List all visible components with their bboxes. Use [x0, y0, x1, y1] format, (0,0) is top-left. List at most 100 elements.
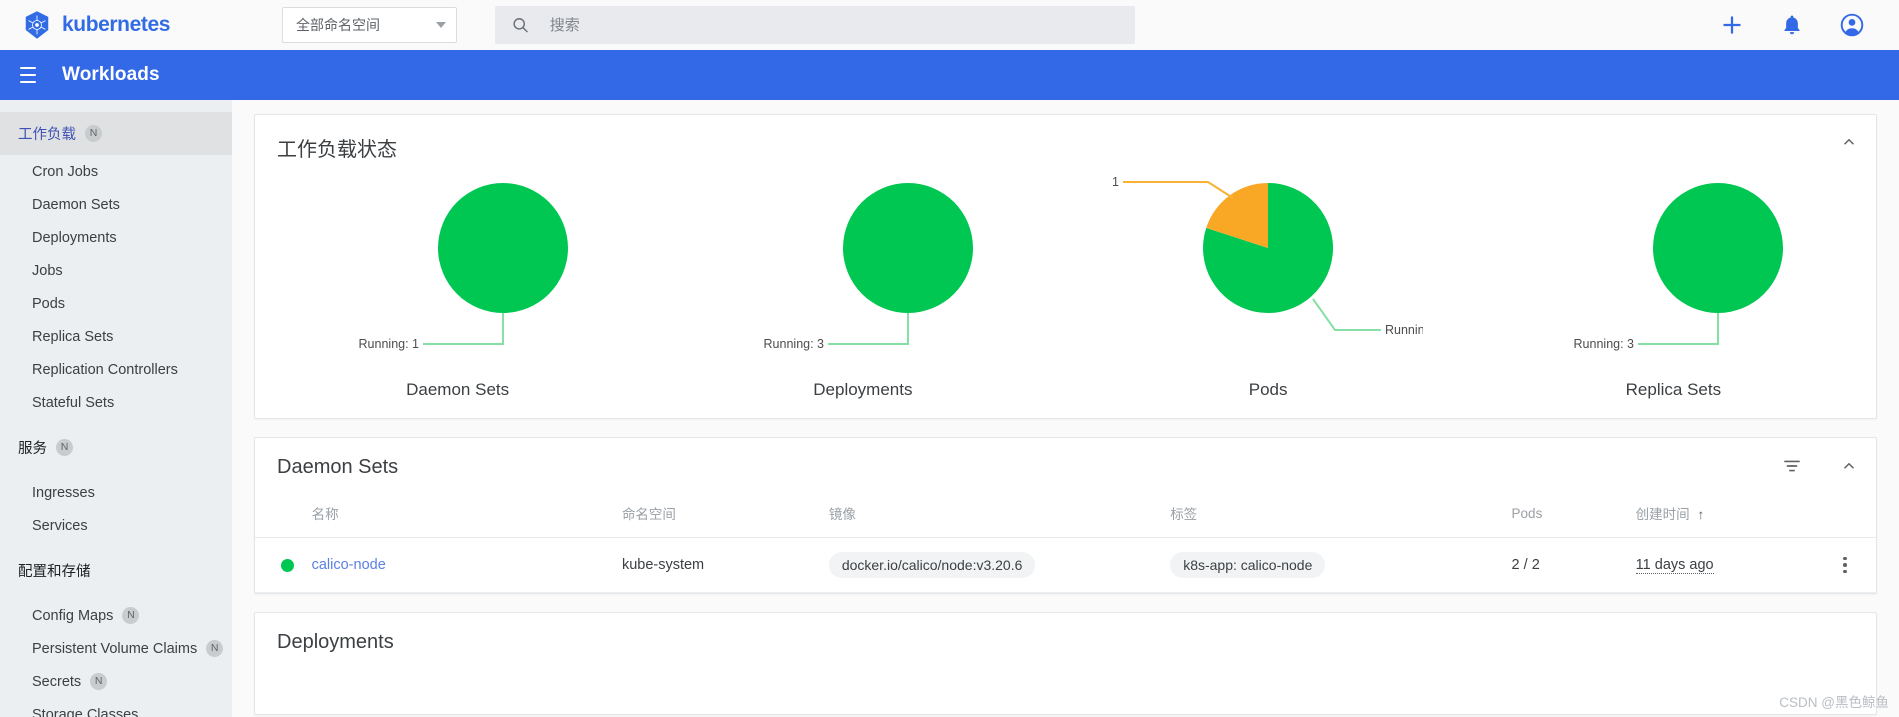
chart-caption-replica-sets: Replica Sets	[1625, 380, 1722, 399]
sidebar-item-label: Stateful Sets	[32, 394, 115, 411]
search-input[interactable]	[547, 15, 1119, 35]
chart-caption-daemon-sets: Daemon Sets	[406, 380, 510, 399]
sidebar-item-secrets[interactable]: Secrets N	[0, 665, 232, 698]
filter-icon[interactable]	[1782, 456, 1802, 476]
sidebar-item-storage-classes[interactable]: Storage Classes	[0, 698, 232, 717]
deployments-title: Deployments	[277, 631, 394, 653]
sidebar-badge: N	[90, 673, 108, 690]
daemon-set-name-link[interactable]: calico-node	[312, 557, 386, 573]
sidebar-item-workloads[interactable]: 工作负载 N	[0, 112, 232, 155]
sidebar-item-jobs[interactable]: Jobs	[0, 254, 232, 287]
sidebar-item-config-maps[interactable]: Config Maps N	[0, 599, 232, 632]
main-content: 工作负载状态 Running: 1 Daemon Sets Running: 3…	[232, 100, 1899, 717]
plus-icon[interactable]	[1719, 12, 1745, 38]
daemon-sets-title: Daemon Sets	[277, 456, 399, 478]
sidebar-item-label: Replica Sets	[32, 328, 114, 345]
chart-pods: Pending: 1 Running: 4 Pods	[1066, 168, 1471, 400]
namespace-selector[interactable]: 全部命名空间	[282, 7, 457, 43]
sidebar-divider-4	[0, 587, 232, 599]
workload-status-card: 工作负载状态 Running: 1 Daemon Sets Running: 3…	[254, 114, 1877, 419]
replica-sets-pie-svg[interactable]: Running: 3	[1518, 168, 1828, 378]
pie-label-running: Running: 1	[358, 337, 419, 351]
page-toolbar: Workloads	[0, 50, 1899, 100]
sidebar-divider-3	[0, 542, 232, 554]
sidebar-item-ingresses[interactable]: Ingresses	[0, 476, 232, 509]
sidebar: 工作负载 N Cron Jobs Daemon Sets Deployments…	[0, 100, 232, 717]
column-header-labels[interactable]: 标签	[1162, 493, 1504, 538]
sidebar-item-deployments[interactable]: Deployments	[0, 221, 232, 254]
chevron-up-icon[interactable]	[1840, 457, 1858, 475]
pie-label-running: Running: 3	[763, 337, 824, 351]
search-box[interactable]	[495, 6, 1135, 44]
daemon-sets-table: 名称 命名空间 镜像 标签 Pods 创建时间 ↑ calico-node ku…	[255, 493, 1876, 593]
callout-line-running	[1312, 298, 1382, 331]
callout-line-running	[827, 313, 909, 345]
deployments-pie-svg[interactable]: Running: 3	[708, 168, 1018, 378]
more-vertical-icon[interactable]	[1822, 556, 1868, 574]
pods-pie-svg[interactable]: Pending: 1 Running: 4	[1113, 168, 1423, 378]
sidebar-item-persistent-volume-claims[interactable]: Persistent Volume Claims N	[0, 632, 232, 665]
daemon-sets-card-actions	[1782, 456, 1858, 476]
account-circle-icon[interactable]	[1839, 12, 1865, 38]
sidebar-divider-2	[0, 464, 232, 476]
namespace-selector-value: 全部命名空间	[296, 17, 380, 33]
deployments-card: Deployments	[254, 612, 1877, 715]
row-namespace-cell: kube-system	[613, 537, 821, 593]
status-running-dot-icon	[281, 558, 294, 572]
pie-label-running: Running: 3	[1574, 337, 1635, 351]
sidebar-item-label: Secrets	[32, 673, 82, 690]
sidebar-item-label: 配置和存储	[18, 564, 91, 580]
sidebar-item-pods[interactable]: Pods	[0, 287, 232, 320]
sidebar-item-label: 服务	[18, 441, 47, 457]
column-header-created[interactable]: 创建时间 ↑	[1627, 493, 1814, 538]
daemon-sets-pie-svg[interactable]: Running: 1	[303, 168, 613, 378]
column-header-pods[interactable]: Pods	[1503, 493, 1628, 538]
pie-label-pending: Pending: 1	[1113, 175, 1119, 189]
table-row[interactable]: calico-node kube-system docker.io/calico…	[255, 537, 1876, 593]
pie-label-running: Running: 4	[1385, 323, 1423, 337]
column-header-image[interactable]: 镜像	[820, 493, 1163, 538]
sidebar-item-replica-sets[interactable]: Replica Sets	[0, 320, 232, 353]
sidebar-item-label: Persistent Volume Claims	[32, 640, 198, 657]
sidebar-item-cron-jobs[interactable]: Cron Jobs	[0, 155, 232, 188]
column-header-actions	[1813, 493, 1876, 538]
sidebar-item-stateful-sets[interactable]: Stateful Sets	[0, 386, 232, 419]
workload-status-card-actions	[1840, 133, 1858, 151]
workload-charts-row: Running: 1 Daemon Sets Running: 3 Deploy…	[255, 162, 1876, 418]
deployments-card-header: Deployments	[255, 613, 1876, 654]
chart-daemon-sets: Running: 1 Daemon Sets	[255, 168, 660, 400]
sidebar-divider-1	[0, 419, 232, 431]
page-root: kubernetes 全部命名空间 搜索 Workloads 工作负载 N Cr…	[0, 0, 1899, 717]
column-header-namespace[interactable]: 命名空间	[613, 493, 821, 538]
hamburger-menu-icon[interactable]	[16, 63, 40, 87]
brand-logo-area[interactable]: kubernetes	[22, 10, 254, 40]
sidebar-item-services-group[interactable]: 服务 N	[0, 431, 232, 464]
sidebar-badge: N	[122, 607, 140, 624]
daemon-sets-table-head: 名称 命名空间 镜像 标签 Pods 创建时间 ↑	[255, 493, 1876, 538]
sidebar-badge: N	[206, 640, 224, 657]
table-header-row: 名称 命名空间 镜像 标签 Pods 创建时间 ↑	[255, 493, 1876, 538]
sidebar-item-label: Storage Classes	[32, 706, 139, 717]
sidebar-item-services[interactable]: Services	[0, 509, 232, 542]
chevron-up-icon[interactable]	[1840, 133, 1858, 151]
sidebar-item-replication-controllers[interactable]: Replication Controllers	[0, 353, 232, 386]
header-actions	[1719, 12, 1877, 38]
row-name-cell: calico-node	[303, 537, 614, 593]
sidebar-item-label: Services	[32, 517, 88, 534]
brand-name: kubernetes	[62, 13, 171, 36]
column-header-created-label: 创建时间	[1635, 507, 1690, 522]
sidebar-badge: N	[56, 439, 73, 456]
body-wrapper: 工作负载 N Cron Jobs Daemon Sets Deployments…	[0, 100, 1899, 717]
chart-caption-pods: Pods	[1248, 380, 1288, 399]
row-pods-cell: 2 / 2	[1503, 537, 1628, 593]
pie-slice-running	[842, 183, 973, 313]
row-labels-cell: k8s-app: calico-node	[1162, 537, 1504, 593]
column-header-name[interactable]: 名称	[303, 493, 614, 538]
callout-line-running	[1638, 313, 1720, 345]
arrow-up-icon: ↑	[1697, 507, 1705, 522]
column-header-status	[255, 493, 304, 538]
bell-icon[interactable]	[1779, 12, 1805, 38]
sidebar-item-daemon-sets[interactable]: Daemon Sets	[0, 188, 232, 221]
sidebar-item-config-storage-group[interactable]: 配置和存储	[0, 554, 232, 587]
search-icon	[513, 18, 528, 33]
